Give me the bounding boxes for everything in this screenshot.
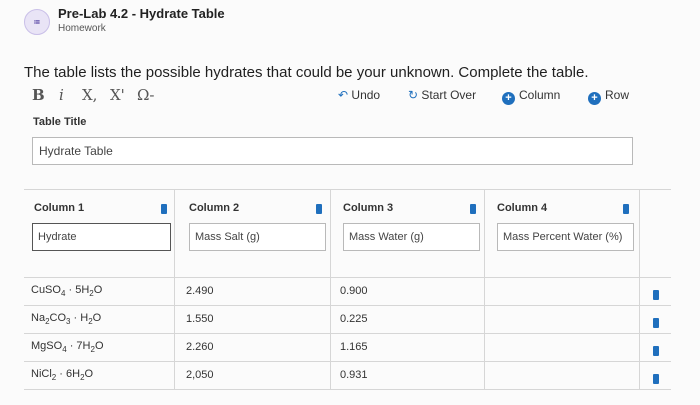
- add-row-button[interactable]: + Row: [588, 88, 629, 105]
- column-3-delete-handle[interactable]: [470, 204, 476, 214]
- column-3-label: Column 3: [343, 202, 394, 214]
- subscript-button[interactable]: X,: [82, 86, 97, 104]
- table-title-input[interactable]: [32, 137, 633, 165]
- row-3-mass-water[interactable]: 1.165: [340, 341, 368, 353]
- row-3-mass-salt[interactable]: 2.260: [186, 341, 214, 353]
- italic-button[interactable]: i: [59, 86, 64, 104]
- column-3-header-input[interactable]: [343, 223, 480, 251]
- column-4-delete-handle[interactable]: [623, 204, 629, 214]
- row-2-hydrate[interactable]: Na2CO3 · H2O: [31, 312, 101, 326]
- row-3-delete-handle[interactable]: [653, 346, 659, 356]
- special-characters-button[interactable]: Ω-: [137, 86, 155, 104]
- row-1-hydrate[interactable]: CuSO4 · 5H2O: [31, 284, 102, 298]
- row-2-delete-handle[interactable]: [653, 318, 659, 328]
- undo-icon: ↶: [338, 88, 349, 102]
- row-2-mass-salt[interactable]: 1.550: [186, 313, 214, 325]
- refresh-icon: ↻: [408, 88, 419, 102]
- undo-button[interactable]: ↶ Undo: [338, 88, 380, 102]
- plus-circle-icon: +: [588, 92, 601, 105]
- table-title-label: Table Title: [33, 116, 87, 128]
- row-4-mass-water[interactable]: 0.931: [340, 369, 368, 381]
- column-1-header-input[interactable]: [32, 223, 171, 251]
- column-4-header-input[interactable]: [497, 223, 634, 251]
- row-4-hydrate[interactable]: NiCl2 · 6H2O: [31, 368, 93, 382]
- row-3-hydrate[interactable]: MgSO4 · 7H2O: [31, 340, 104, 354]
- row-1-delete-handle[interactable]: [653, 290, 659, 300]
- row-1-mass-salt[interactable]: 2.490: [186, 285, 214, 297]
- column-1-delete-handle[interactable]: [161, 204, 167, 214]
- assignment-title: Pre-Lab 4.2 - Hydrate Table: [58, 6, 225, 21]
- column-4-label: Column 4: [497, 202, 548, 214]
- column-2-label: Column 2: [189, 202, 240, 214]
- bold-button[interactable]: B: [32, 86, 45, 104]
- column-1-label: Column 1: [34, 202, 85, 214]
- list-icon: ≔: [24, 9, 50, 35]
- row-2-mass-water[interactable]: 0.225: [340, 313, 368, 325]
- row-1-mass-water[interactable]: 0.900: [340, 285, 368, 297]
- start-over-button[interactable]: ↻ Start Over: [408, 88, 476, 102]
- column-2-delete-handle[interactable]: [316, 204, 322, 214]
- row-4-delete-handle[interactable]: [653, 374, 659, 384]
- add-column-button[interactable]: + Column: [502, 88, 560, 105]
- editor-toolbar: B i X, X' Ω- ↶ Undo ↻ Start Over + Column…: [24, 84, 634, 108]
- plus-circle-icon: +: [502, 92, 515, 105]
- column-2-header-input[interactable]: [189, 223, 326, 251]
- instruction-text: The table lists the possible hydrates th…: [24, 64, 589, 81]
- row-4-mass-salt[interactable]: 2,050: [186, 369, 214, 381]
- superscript-button[interactable]: X': [110, 86, 125, 104]
- assignment-subtitle: Homework: [58, 23, 106, 34]
